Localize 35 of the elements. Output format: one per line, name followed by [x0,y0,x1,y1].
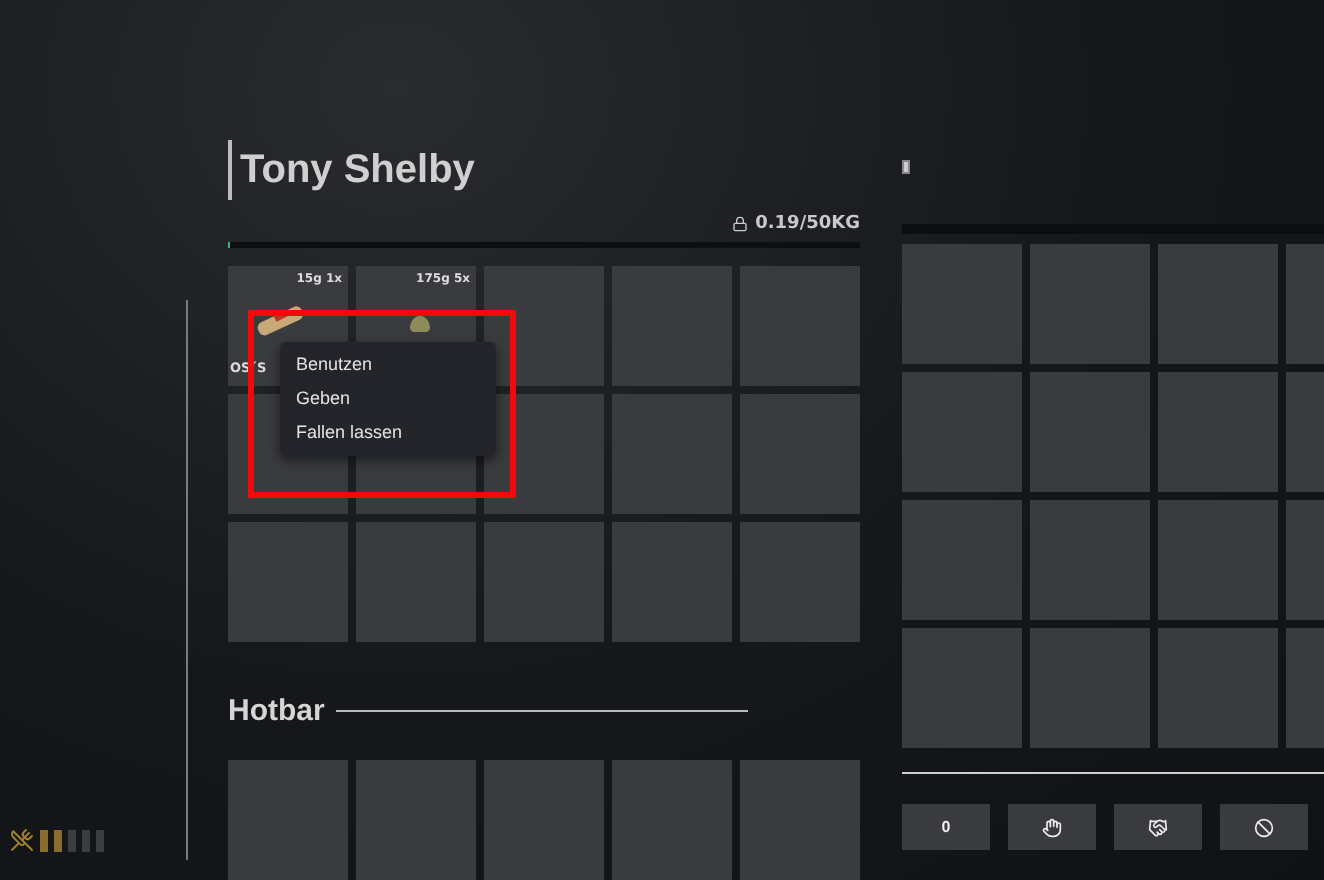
hotbar-slot[interactable] [356,760,476,880]
hotbar-slot[interactable] [484,760,604,880]
inventory-slot[interactable] [484,266,604,386]
weight-icon [731,216,748,232]
hotbar-slot[interactable] [612,760,732,880]
hand-icon [1042,817,1062,837]
player-name: Tony Shelby [240,147,475,193]
ground-slot[interactable] [1030,372,1150,492]
ground-slot[interactable] [1030,500,1150,620]
hotbar-title: Hotbar [228,694,325,728]
bag-item-icon [410,310,430,332]
weight-text: 0.19/50KG [755,214,860,234]
menu-item[interactable]: Geben [280,382,496,416]
ground-slot[interactable] [1158,500,1278,620]
marker-icon [902,160,910,174]
ground-slot[interactable] [902,500,1022,620]
amount-button[interactable]: 0 [902,804,990,850]
ground-slot[interactable] [902,244,1022,364]
ground-slot[interactable] [1158,628,1278,748]
handshake-button[interactable] [1114,804,1202,850]
ground-slot[interactable] [1158,372,1278,492]
utensils-icon [10,828,34,852]
ground-slot[interactable] [902,372,1022,492]
ban-icon [1254,817,1274,837]
cancel-button[interactable] [1220,804,1308,850]
ground-slot[interactable] [1030,628,1150,748]
give-hand-button[interactable] [1008,804,1096,850]
handshake-icon [1148,817,1168,837]
ground-slot[interactable] [902,628,1022,748]
hotbar-slot[interactable] [228,760,348,880]
ground-slot[interactable] [1158,244,1278,364]
ground-slot[interactable] [1030,244,1150,364]
hotbar-slot[interactable] [740,760,860,880]
menu-item[interactable]: Fallen lassen [280,416,496,450]
hunger-meter [40,829,104,851]
